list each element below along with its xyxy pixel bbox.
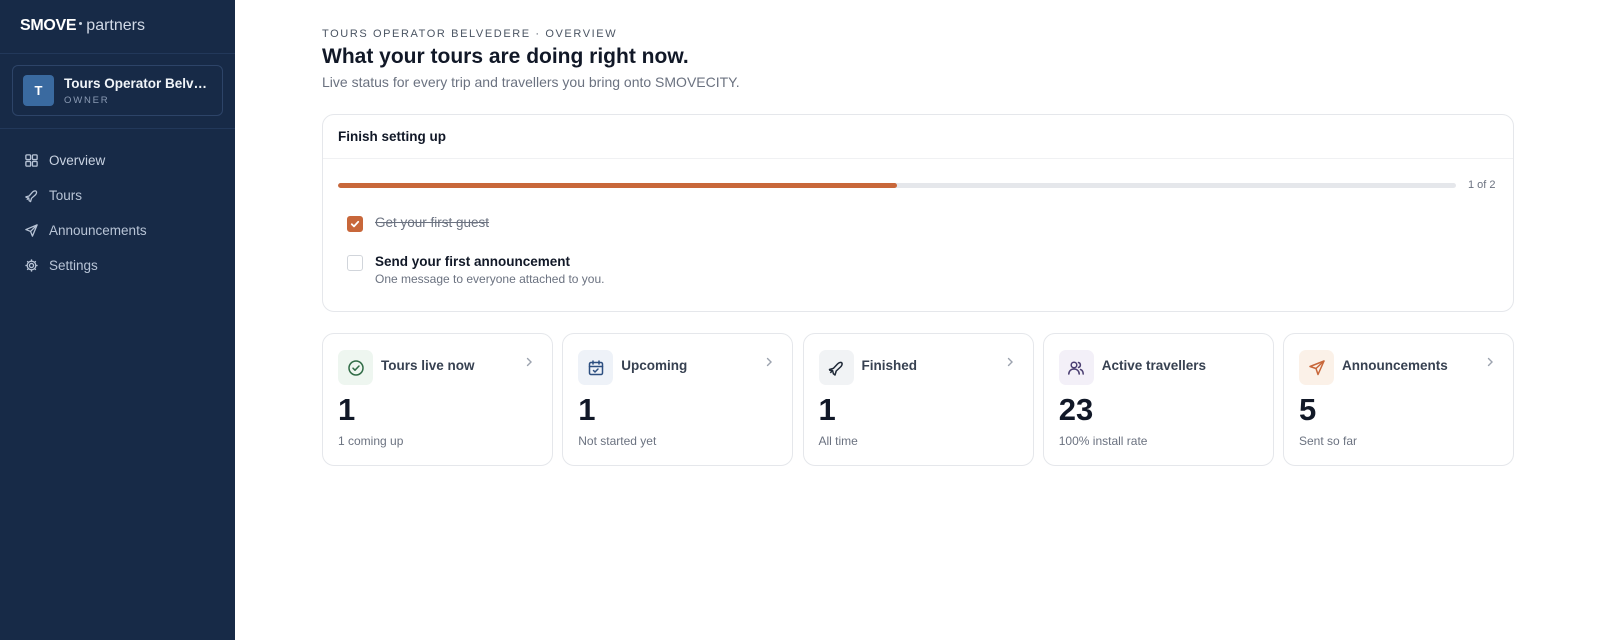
stat-subtext: Not started yet: [578, 434, 657, 448]
stat-card-active-travellers[interactable]: Active travellers 23 100% install rate: [1042, 333, 1274, 466]
account-section: T Tours Operator Belvedere OWNER: [0, 54, 235, 129]
progress-fill: [338, 182, 897, 188]
sidebar-item-overview[interactable]: Overview: [0, 143, 235, 178]
stat-value: 1: [818, 392, 836, 427]
progress-label: 1 of 2: [1468, 179, 1496, 191]
progress-track: [338, 182, 1456, 188]
check-icon: [350, 220, 360, 228]
chevron-right-icon: [1007, 357, 1013, 367]
sidebar-nav: Overview Tours Announcements Settings: [0, 129, 235, 283]
stat-label: Tours live now: [381, 358, 475, 373]
sidebar-item-label: Announcements: [49, 223, 147, 238]
calendar-icon: [588, 359, 603, 375]
setup-title: Finish setting up: [323, 115, 1513, 159]
brand-name: SMOVE: [20, 17, 77, 34]
account-switcher[interactable]: T Tours Operator Belvedere OWNER: [12, 65, 223, 116]
task-checkbox[interactable]: [347, 216, 363, 232]
stat-icon-badge: [1058, 350, 1094, 385]
users-icon: [1068, 360, 1085, 375]
stat-label: Announcements: [1342, 358, 1448, 373]
stat-card-announcements[interactable]: Announcements 5 Sent so far: [1283, 333, 1514, 466]
send-icon: [1308, 359, 1325, 375]
send-icon: [25, 224, 38, 237]
brand-logo[interactable]: SMOVE partners: [0, 0, 235, 54]
sidebar-item-tours[interactable]: Tours: [0, 178, 235, 213]
account-name: Tours Operator Belvedere: [64, 75, 212, 91]
sidebar-item-label: Tours: [49, 188, 83, 203]
brand-suffix: partners: [86, 17, 145, 34]
stat-icon-badge: [1299, 350, 1334, 385]
stat-card-tours-live[interactable]: Tours live now 1 1 coming up: [322, 333, 553, 466]
stat-subtext: Sent so far: [1299, 434, 1358, 448]
chevron-right-icon: [767, 357, 773, 367]
chevron-right-icon: [1487, 357, 1493, 367]
avatar: T: [23, 75, 54, 106]
check-circle-icon: [347, 359, 364, 376]
plane-icon: [25, 190, 38, 203]
stat-label: Active travellers: [1101, 358, 1207, 373]
stat-subtext: 100% install rate: [1058, 434, 1148, 448]
stat-subtext: 1 coming up: [338, 434, 404, 448]
page-subtitle: Live status for every trip and traveller…: [322, 74, 740, 90]
task-title: Get your first guest: [375, 215, 490, 230]
task-text: Send your first announcement One message…: [375, 254, 604, 286]
stat-icon-badge: [818, 350, 854, 385]
stats-row: Tours live now 1 1 coming up Upcoming 1 …: [322, 333, 1514, 466]
stat-subtext: All time: [818, 434, 858, 448]
stat-label: Upcoming: [621, 358, 688, 373]
stat-icon-badge: [578, 350, 614, 385]
plane-icon: [828, 361, 843, 376]
setup-task-first-guest[interactable]: Get your first guest: [347, 215, 489, 232]
setup-card: Finish setting up 1 of 2 Get your first …: [322, 114, 1514, 312]
stat-value: 1: [578, 392, 596, 427]
breadcrumb: TOURS OPERATOR BELVEDERE · OVERVIEW: [322, 28, 618, 40]
stat-value: 23: [1058, 392, 1094, 427]
grid-icon: [25, 154, 38, 167]
stat-value: 1: [338, 392, 356, 427]
account-text: Tours Operator Belvedere OWNER: [64, 76, 212, 106]
sidebar-item-announcements[interactable]: Announcements: [0, 213, 235, 248]
account-role: OWNER: [64, 94, 110, 106]
task-description: One message to everyone attached to you.: [375, 272, 605, 286]
setup-progress: 1 of 2: [338, 179, 1498, 191]
task-checkbox[interactable]: [347, 255, 363, 271]
stat-icon-badge: [338, 350, 373, 385]
page-title: What your tours are doing right now.: [322, 45, 689, 68]
gear-icon: [25, 259, 38, 272]
stat-label: Finished: [861, 358, 918, 373]
setup-task-first-announcement[interactable]: Send your first announcement One message…: [347, 254, 604, 286]
sidebar-item-label: Overview: [49, 153, 106, 168]
stat-value: 5: [1299, 392, 1317, 427]
sidebar-item-label: Settings: [49, 258, 98, 273]
task-text: Get your first guest: [375, 215, 489, 230]
stat-card-upcoming[interactable]: Upcoming 1 Not started yet: [562, 333, 794, 466]
sidebar-item-settings[interactable]: Settings: [0, 248, 235, 283]
stat-card-finished[interactable]: Finished 1 All time: [802, 333, 1034, 466]
chevron-right-icon: [526, 357, 532, 367]
brand-separator-dot: [79, 22, 83, 26]
sidebar: SMOVE partners T Tours Operator Belvedere…: [0, 0, 235, 640]
task-title: Send your first announcement: [375, 254, 571, 269]
